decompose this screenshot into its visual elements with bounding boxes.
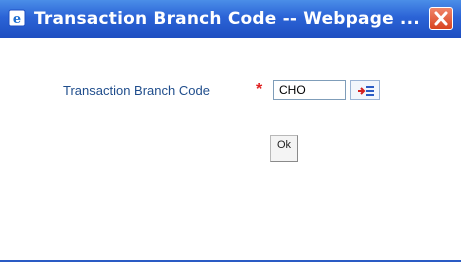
svg-text:e: e	[13, 12, 21, 27]
window-title: Transaction Branch Code -- Webpage ...	[34, 9, 420, 29]
close-button[interactable]	[429, 7, 453, 30]
close-icon	[434, 11, 448, 26]
list-of-values-button[interactable]	[350, 80, 380, 100]
dialog-content: Transaction Branch Code * Ok	[0, 38, 461, 262]
ie-page-icon: e	[8, 9, 26, 27]
branch-code-input[interactable]	[273, 80, 346, 100]
required-marker: *	[256, 81, 263, 98]
ok-button[interactable]: Ok	[270, 135, 298, 162]
title-bar: e Transaction Branch Code -- Webpage ...	[0, 0, 461, 39]
window-bottom-border	[0, 260, 461, 262]
branch-code-label: Transaction Branch Code	[63, 83, 210, 98]
list-of-values-icon	[358, 86, 374, 96]
